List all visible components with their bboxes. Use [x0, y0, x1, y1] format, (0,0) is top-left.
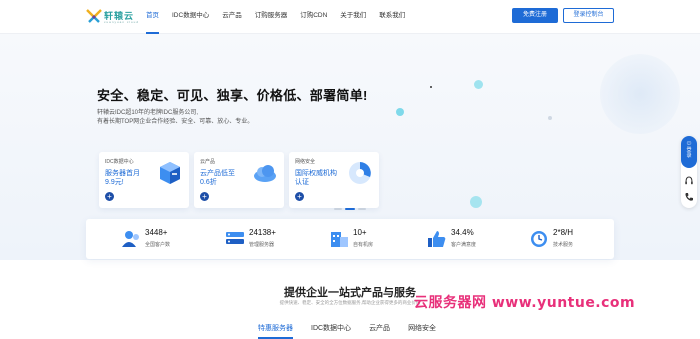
- plus-icon[interactable]: +: [200, 192, 209, 201]
- feature-card-headline: 0.6折: [200, 179, 217, 186]
- feature-card-idc[interactable]: IDC数据中心 服务器首月 9.9元! +: [99, 152, 189, 208]
- carousel-dot[interactable]: [334, 208, 342, 210]
- stat-number: 3448+: [145, 228, 168, 237]
- user-circle-icon: ☺: [685, 140, 693, 147]
- feature-card-security[interactable]: 网络安全 国际权威机构 认证 +: [289, 152, 379, 208]
- stat-label: 客户满意度: [451, 242, 477, 248]
- carousel-dot[interactable]: [358, 208, 366, 210]
- phone-icon[interactable]: [684, 192, 694, 202]
- decor-bubble: [470, 196, 482, 208]
- stat-number: 2*8/H: [553, 228, 574, 237]
- carousel-dot-active[interactable]: [345, 208, 355, 210]
- decor-bubble: [548, 116, 552, 120]
- feature-card-tag: 云产品: [200, 159, 216, 165]
- server-cube-icon: [160, 162, 180, 184]
- decor-bubble: [600, 54, 680, 134]
- stat-label: 自有机房: [353, 242, 374, 248]
- nav-item-home[interactable]: 首页: [146, 0, 159, 34]
- feature-card-tag: 网络安全: [295, 159, 316, 165]
- float-login-label: 录: [686, 153, 692, 159]
- decor-bubble: [430, 86, 432, 88]
- stat-number: 34.4%: [451, 228, 474, 237]
- nav-item-about[interactable]: 关于我们: [340, 0, 366, 34]
- tab-cloud[interactable]: 云产品: [369, 322, 390, 339]
- stat-servers: 24138+ 管理服务器: [224, 225, 324, 253]
- plus-icon[interactable]: +: [105, 192, 114, 201]
- nav-item-contact[interactable]: 联系我们: [379, 0, 405, 34]
- tab-discount-servers[interactable]: 特惠服务器: [258, 322, 293, 339]
- nav-item-cloud[interactable]: 云产品: [222, 0, 242, 34]
- clock-icon: [531, 231, 547, 247]
- carousel-indicator: [334, 206, 374, 211]
- stat-label: 管理服务器: [249, 242, 275, 248]
- server-rack-icon: [226, 232, 244, 244]
- feature-card-headline: 认证: [295, 179, 309, 186]
- floating-contact-bar: ☺ 登 录: [681, 136, 697, 208]
- hero-title: 安全、稳定、可见、独享、价格低、部署简单!: [97, 88, 368, 103]
- logo-subtext: xuanyuan cloud: [104, 20, 140, 24]
- stat-label: 技术服务: [553, 242, 574, 248]
- nav-item-order-server[interactable]: 订购服务器: [255, 0, 288, 34]
- register-button[interactable]: 免费注册: [512, 8, 558, 23]
- pie-shield-icon: [349, 162, 371, 184]
- console-login-button[interactable]: 登录控制台: [563, 8, 614, 23]
- tab-security[interactable]: 网络安全: [408, 322, 436, 339]
- watermark-text: 云服务器网 www.yuntue.com: [414, 295, 636, 311]
- stat-number: 10+: [353, 228, 367, 237]
- building-icon: [331, 232, 348, 247]
- logo-mark-icon: [86, 9, 102, 23]
- plus-icon[interactable]: +: [295, 192, 304, 201]
- feature-card-cloud[interactable]: 云产品 云产品低至 0.6折 +: [194, 152, 284, 208]
- stat-satisfaction: 34.4% 客户满意度: [426, 225, 526, 253]
- stat-label: 全国客户数: [145, 242, 171, 248]
- stats-bar: 3448+ 全国客户数 24138+ 管理服务器 10+ 自有机房 34.4% …: [86, 219, 614, 259]
- hero-subtitle: 有着长期TOP网企业合作经验、安全、可靠、放心、专业。: [97, 119, 254, 125]
- headset-icon[interactable]: [684, 176, 694, 186]
- nav-item-idc[interactable]: IDC数据中心: [172, 0, 209, 34]
- stat-customers: 3448+ 全国客户数: [120, 225, 220, 253]
- nav-item-order-cdn[interactable]: 订购CDN: [300, 0, 327, 34]
- tab-idc[interactable]: IDC数据中心: [311, 322, 351, 339]
- cloud-icon: [254, 165, 276, 182]
- main-nav: 首页 IDC数据中心 云产品 订购服务器 订购CDN 关于我们 联系我们: [146, 0, 418, 34]
- brand-logo[interactable]: 轩辕云 xuanyuan cloud: [86, 7, 146, 27]
- top-header: 轩辕云 xuanyuan cloud 首页 IDC数据中心 云产品 订购服务器 …: [0, 0, 700, 34]
- feature-card-tag: IDC数据中心: [105, 159, 134, 165]
- stat-support: 2*8/H 技术服务: [528, 225, 628, 253]
- thumbs-up-icon: [428, 231, 446, 247]
- product-tabs: 特惠服务器 IDC数据中心 云产品 网络安全: [258, 322, 454, 339]
- users-icon: [122, 231, 139, 247]
- decor-bubble: [396, 108, 404, 116]
- stat-number: 24138+: [249, 228, 276, 237]
- stat-datacenters: 10+ 自有机房: [328, 225, 428, 253]
- hero-subtitle: 轩辕云IDC超10年的老牌IDC服务公司,: [97, 110, 199, 116]
- float-login-button[interactable]: ☺ 登 录: [681, 136, 697, 168]
- feature-card-headline: 9.9元!: [105, 179, 124, 186]
- decor-bubble: [474, 80, 483, 89]
